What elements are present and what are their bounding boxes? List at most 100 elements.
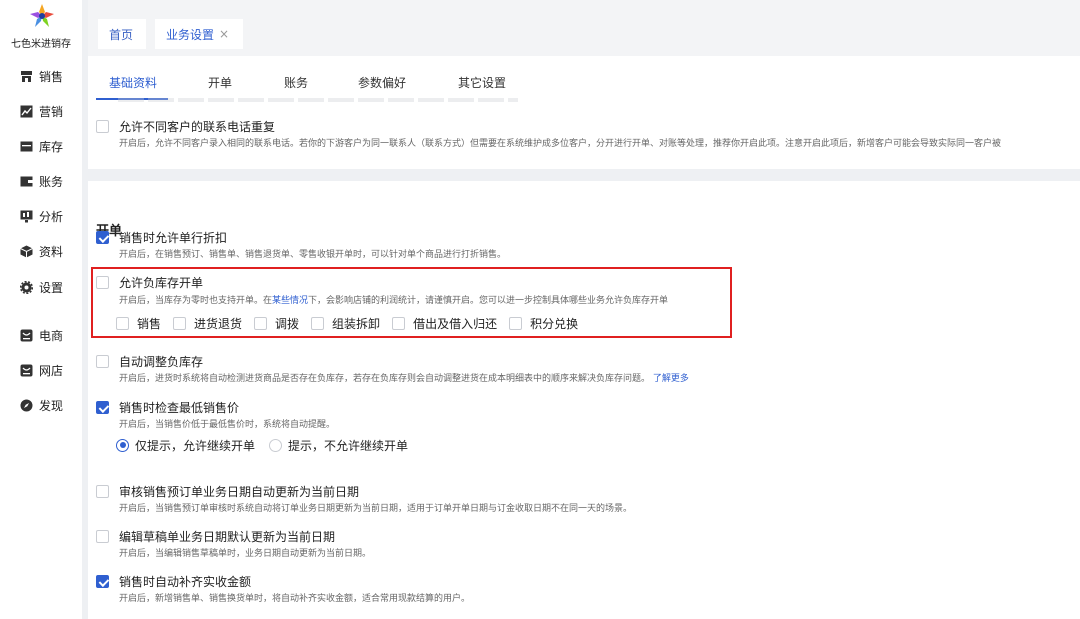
close-icon[interactable]: ×: [219, 27, 229, 41]
ledger-icon: [20, 175, 33, 188]
shop-icon: [20, 70, 33, 83]
option-description: 开启后，新增销售单、销售换货单时，将自动补齐实收金额，适合常用现款结算的用户。: [119, 594, 471, 604]
checkbox-label: 进货退货: [194, 316, 243, 331]
option-description: 开启后，允许不同客户录入相同的联系电话。若你的下游客户为同一联系人（联系方式）但…: [119, 139, 1002, 149]
checkbox-sales[interactable]: 销售: [116, 315, 161, 332]
checkbox-auto-adjust[interactable]: [96, 355, 109, 368]
some-cases-link[interactable]: 某些情况: [272, 296, 308, 306]
checkbox-box[interactable]: [509, 316, 523, 330]
sidebar-item-label: 网店: [39, 363, 64, 378]
option-title: 允许不同客户的联系电话重复: [119, 120, 276, 134]
page-tab-bar: 首页 业务设置 ×: [88, 0, 1080, 56]
checkbox-label: 销售: [137, 316, 162, 331]
radio-warn-allow[interactable]: 仅提示，允许继续开单: [116, 437, 255, 454]
min-price-radio-group: 仅提示，允许继续开单 提示，不允许继续开单: [116, 437, 422, 453]
inventory-icon: [20, 140, 33, 153]
data-cube-icon: [20, 245, 33, 258]
radio-button[interactable]: [269, 438, 283, 452]
logo-flower-icon: [30, 4, 54, 27]
subtab-basic-data[interactable]: 基础资料: [109, 74, 157, 91]
checkbox-box[interactable]: [254, 316, 268, 330]
settings-subtabs: 基础资料 开单 账务 参数偏好 其它设置: [88, 56, 1080, 102]
option-description: 开启后，当销售价低于最低售价时，系统将自动提醒。: [119, 420, 336, 430]
tab-label: 业务设置: [166, 27, 215, 42]
radio-warn-block[interactable]: 提示，不允许继续开单: [269, 437, 408, 454]
sidebar-item-label: 营销: [39, 104, 64, 119]
checkbox-purchase-return[interactable]: 进货退货: [173, 315, 242, 332]
option-title: 销售时允许单行折扣: [119, 231, 228, 245]
tab-business-settings[interactable]: 业务设置 ×: [155, 19, 243, 49]
checkbox-box[interactable]: [116, 316, 129, 330]
checkbox-lend-borrow[interactable]: 借出及借入归还: [392, 315, 497, 332]
sidebar-item-label: 发现: [39, 398, 64, 413]
radio-label: 仅提示，允许继续开单: [135, 438, 256, 453]
option-title: 销售时检查最低销售价: [119, 401, 240, 415]
sidebar-item-label: 设置: [39, 280, 64, 295]
analysis-icon: [20, 210, 33, 223]
desc-text: 开启后，进货时系统将自动检测进货商品是否存在负库存，若存在负库存则会自动调整进货…: [119, 374, 651, 384]
option-title: 销售时自动补齐实收金额: [119, 575, 252, 589]
checkbox-duplicate-phone[interactable]: [96, 120, 109, 133]
option-title: 审核销售预订单业务日期自动更新为当前日期: [119, 485, 360, 499]
checkbox-label: 积分兑换: [530, 316, 579, 331]
checkbox-draft-date[interactable]: [96, 530, 109, 543]
sidebar-item-discover[interactable]: 发现: [20, 395, 63, 415]
checkbox-label: 借出及借入归还: [413, 316, 498, 331]
section-separator: [88, 169, 1080, 181]
checkbox-box[interactable]: [392, 316, 406, 330]
checkbox-line-discount[interactable]: [96, 231, 109, 244]
learn-more-link[interactable]: 了解更多: [653, 374, 689, 384]
checkbox-transfer[interactable]: 调拨: [254, 315, 299, 332]
sidebar-item-settings[interactable]: 设置: [20, 277, 63, 297]
sidebar-item-label: 分析: [39, 209, 64, 224]
option-title: 编辑草稿单业务日期默认更新为当前日期: [119, 530, 336, 544]
sidebar-item-web-store[interactable]: 网店: [20, 360, 63, 380]
desc-text: 开启后，当库存为零时也支持开单。在: [119, 296, 273, 306]
web-store-icon: [20, 364, 33, 377]
subtab-preferences[interactable]: 参数偏好: [358, 74, 406, 91]
option-title: 允许负库存开单: [119, 276, 204, 290]
option-description: 开启后，当销售预订单审核时系统自动将订单业务日期更新为当前日期，适用于订单开单日…: [119, 504, 633, 514]
scrolled-text-remnant: [118, 98, 518, 102]
checkbox-label: 组装拆卸: [332, 316, 381, 331]
option-description: 开启后，在销售预订、销售单、销售退货单、零售收银开单时，可以针对单个商品进行打折…: [119, 250, 507, 260]
radio-button[interactable]: [116, 438, 129, 452]
marketing-chart-icon: [20, 105, 33, 118]
app-logo[interactable]: 七色米进销存: [0, 0, 82, 52]
checkbox-label: 调拨: [275, 316, 300, 331]
compass-icon: [20, 399, 33, 412]
tab-home[interactable]: 首页: [98, 19, 146, 49]
sidebar-item-inventory[interactable]: 库存: [20, 136, 63, 156]
sidebar-item-analysis[interactable]: 分析: [20, 206, 63, 226]
option-description: 开启后，当库存为零时也支持开单。在某些情况下，会影响店铺的利润统计，请谨慎开启。…: [119, 293, 668, 306]
checkbox-auto-fill[interactable]: [96, 575, 109, 588]
sidebar-item-marketing[interactable]: 营销: [20, 101, 63, 121]
option-title: 自动调整负库存: [119, 355, 204, 369]
sidebar-item-label: 账务: [39, 174, 64, 189]
sidebar: 七色米进销存 销售 营销 库存 账务 分析 资料 设置 电商 网店 发现: [0, 0, 82, 619]
gear-icon: [20, 280, 33, 294]
sidebar-item-ecommerce[interactable]: 电商: [20, 325, 63, 345]
checkbox-negative-stock[interactable]: [96, 276, 109, 289]
app-name: 七色米进销存: [11, 39, 71, 50]
ecommerce-icon: [20, 329, 33, 342]
tab-label: 首页: [109, 27, 134, 42]
sidebar-item-label: 销售: [39, 69, 64, 84]
subtab-other-settings[interactable]: 其它设置: [458, 74, 506, 91]
checkbox-min-price[interactable]: [96, 401, 109, 414]
subtab-accounting[interactable]: 账务: [284, 74, 308, 91]
sidebar-item-label: 库存: [39, 139, 64, 154]
radio-label: 提示，不允许继续开单: [288, 438, 409, 453]
checkbox-audit-date[interactable]: [96, 485, 109, 498]
checkbox-points-redeem[interactable]: 积分兑换: [509, 315, 578, 332]
sidebar-item-data[interactable]: 资料: [20, 241, 63, 261]
sidebar-item-accounting[interactable]: 账务: [20, 171, 63, 191]
desc-text: 下，会影响店铺的利润统计，请谨慎开启。您可以进一步控制具体哪些业务允许负库存开单: [308, 296, 669, 306]
checkbox-box[interactable]: [311, 316, 325, 330]
subtab-billing[interactable]: 开单: [208, 74, 232, 91]
sidebar-item-label: 资料: [39, 244, 64, 259]
sidebar-item-sales[interactable]: 销售: [20, 66, 63, 86]
checkbox-assembly[interactable]: 组装拆卸: [311, 315, 380, 332]
checkbox-box[interactable]: [173, 316, 187, 330]
negative-stock-business-types: 销售 进货退货 调拨 组装拆卸 借出及借入归还 积分兑换: [116, 315, 590, 331]
